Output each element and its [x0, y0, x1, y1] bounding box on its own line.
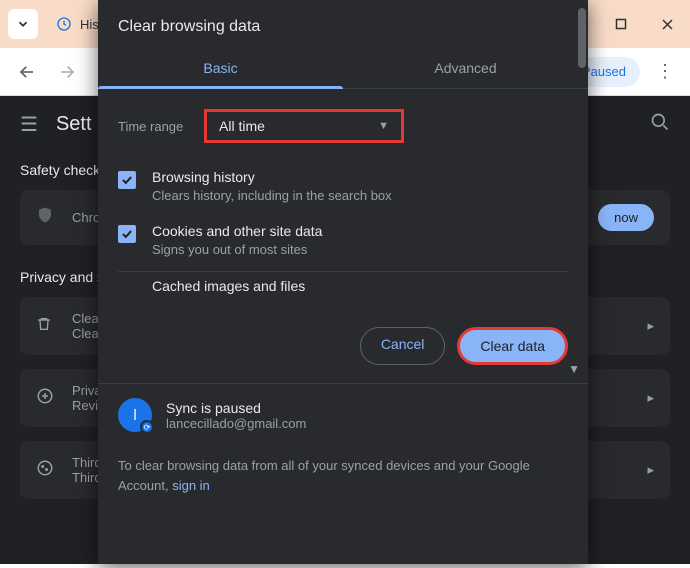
- cookie-icon: [36, 459, 58, 482]
- sync-status-row[interactable]: l ⟳ Sync is paused lancecillado@gmail.co…: [98, 383, 588, 442]
- chevron-down-icon[interactable]: ▼: [568, 362, 580, 376]
- sign-in-link[interactable]: sign in: [172, 478, 210, 493]
- avatar: l ⟳: [118, 398, 152, 432]
- chevron-right-icon: ▸: [647, 318, 654, 334]
- shield-icon: [36, 206, 58, 229]
- option-title: Cookies and other site data: [152, 223, 322, 239]
- checkbox-checked[interactable]: [118, 225, 136, 243]
- option-title: Browsing history: [152, 169, 392, 185]
- tab-advanced[interactable]: Advanced: [343, 50, 588, 88]
- checkbox-checked[interactable]: [118, 171, 136, 189]
- back-button[interactable]: [10, 55, 44, 89]
- forward-button[interactable]: [50, 55, 84, 89]
- page-title: Sett: [56, 113, 92, 136]
- chevron-right-icon: ▸: [647, 390, 654, 406]
- trash-icon: [36, 316, 58, 337]
- maximize-button[interactable]: [598, 4, 644, 44]
- chevron-right-icon: ▸: [647, 462, 654, 478]
- profile-status: Paused: [582, 64, 626, 79]
- check-now-button[interactable]: now: [598, 204, 654, 231]
- dialog-scrollbar[interactable]: [576, 4, 588, 568]
- option-subtitle: Clears history, including in the search …: [152, 188, 392, 203]
- sync-badge-icon: ⟳: [140, 420, 154, 434]
- sync-email: lancecillado@gmail.com: [166, 416, 306, 431]
- menu-icon[interactable]: ☰: [20, 112, 38, 137]
- option-cache[interactable]: Cached images and files: [98, 272, 588, 307]
- plus-circle-icon: [36, 387, 58, 410]
- history-icon: [56, 16, 72, 32]
- option-subtitle: Signs you out of most sites: [152, 242, 322, 257]
- browser-menu-button[interactable]: ⋮: [650, 61, 680, 82]
- option-browsing-history[interactable]: Browsing history Clears history, includi…: [98, 159, 588, 213]
- avatar-initial: l: [133, 407, 136, 424]
- time-range-label: Time range: [118, 119, 190, 134]
- tab-search-button[interactable]: [8, 9, 38, 39]
- time-range-select[interactable]: All time ▼: [204, 109, 404, 143]
- cancel-button[interactable]: Cancel: [360, 327, 446, 365]
- option-title: Cached images and files: [152, 278, 305, 294]
- footer-note: To clear browsing data from all of your …: [98, 442, 588, 495]
- time-range-value: All time: [219, 118, 265, 134]
- dialog-title: Clear browsing data: [98, 0, 588, 50]
- clear-browsing-data-dialog: Clear browsing data Basic Advanced Time …: [98, 0, 588, 564]
- search-icon[interactable]: [650, 112, 670, 137]
- option-cookies[interactable]: Cookies and other site data Signs you ou…: [98, 213, 588, 267]
- tab-basic[interactable]: Basic: [98, 50, 343, 88]
- safety-text: Chro: [72, 210, 100, 225]
- clear-data-button[interactable]: Clear data: [457, 327, 568, 365]
- close-window-button[interactable]: [644, 4, 690, 44]
- chevron-down-icon: ▼: [378, 120, 389, 132]
- sync-title: Sync is paused: [166, 400, 306, 416]
